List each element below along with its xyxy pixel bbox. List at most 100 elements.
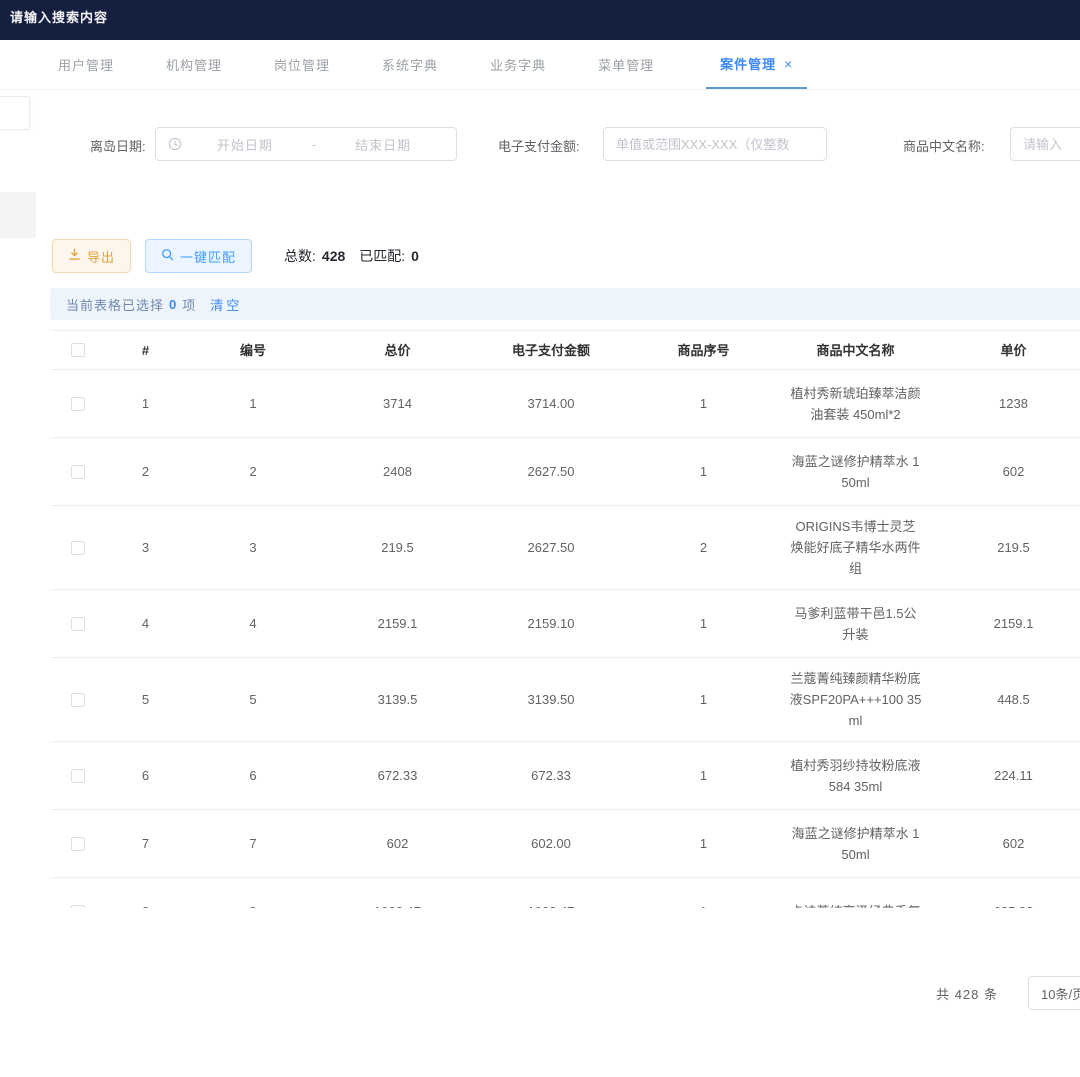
cell-product-name: 植村秀羽纱持妆粉底液584 35ml: [790, 755, 922, 797]
tab-business-dict[interactable]: 业务字典: [490, 40, 546, 89]
cell-total: 602: [320, 823, 475, 864]
cell-epay: 1903.47: [475, 891, 627, 908]
tab-bar: 用户管理 机构管理 岗位管理 系统字典 业务字典 菜单管理 案件管理 ×: [0, 40, 1080, 90]
row-checkbox[interactable]: [71, 397, 85, 411]
cell-product-name: 海蓝之谜修护精萃水 150ml: [790, 823, 922, 865]
cell-code: 6: [186, 755, 320, 796]
row-checkbox[interactable]: [71, 837, 85, 851]
cell-epay: 602.00: [475, 823, 627, 864]
row-checkbox[interactable]: [71, 905, 85, 909]
cell-epay: 672.33: [475, 755, 627, 796]
date-filter-label: 离岛日期:: [90, 136, 146, 155]
tab-org-management[interactable]: 机构管理: [166, 40, 222, 89]
toolbar: 导出 一键匹配 总数: 428 已匹配: 0: [52, 238, 1080, 274]
left-panel-fragment: [0, 192, 36, 238]
filter-bar: 离岛日期: 开始日期 - 结束日期 电子支付金额: 商品中文名称:: [0, 90, 1080, 162]
matched-label: 已匹配:: [359, 246, 405, 266]
cell-index: 1: [105, 383, 186, 424]
cell-product-name: 卡诗菁纯亮泽经典香氛: [790, 901, 922, 908]
table-row: 2 2 2408 2627.50 1 海蓝之谜修护精萃水 150ml 602: [50, 438, 1080, 506]
col-header-epay: 电子支付金额: [475, 336, 627, 365]
search-input[interactable]: 请输入搜索内容: [10, 10, 108, 25]
cell-epay: 3714.00: [475, 383, 627, 424]
col-header-name: 商品中文名称: [780, 336, 931, 365]
tab-post-management[interactable]: 岗位管理: [274, 40, 330, 89]
epay-amount-input[interactable]: [616, 128, 814, 160]
product-name-input[interactable]: [1023, 128, 1080, 160]
total-label: 总数:: [284, 246, 316, 266]
cell-product-name: 植村秀新琥珀臻萃洁颜油套装 450ml*2: [790, 383, 922, 425]
cell-index: 5: [105, 679, 186, 720]
table-row: 8 8 1903.47 1903.47 1 卡诗菁纯亮泽经典香氛 635.82: [50, 878, 1080, 908]
row-checkbox[interactable]: [71, 617, 85, 631]
selection-text: 当前表格已选择: [66, 295, 164, 314]
row-checkbox[interactable]: [71, 693, 85, 707]
tab-user-management[interactable]: 用户管理: [58, 40, 114, 89]
tab-case-management[interactable]: 案件管理 ×: [706, 40, 807, 89]
product-name-filter-label: 商品中文名称:: [903, 136, 985, 155]
tab-system-dict[interactable]: 系统字典: [382, 40, 438, 89]
pagination-bar: 共 428 条 10条/页: [0, 976, 1080, 1010]
cell-seq: 1: [627, 383, 780, 424]
cell-epay: 3139.50: [475, 679, 627, 720]
search-icon: [161, 248, 174, 264]
cell-total: 3139.5: [320, 679, 475, 720]
one-click-match-button[interactable]: 一键匹配: [145, 239, 252, 273]
cell-index: 2: [105, 451, 186, 492]
cell-epay: 2159.10: [475, 603, 627, 644]
row-checkbox[interactable]: [71, 541, 85, 555]
table-row: 6 6 672.33 672.33 1 植村秀羽纱持妆粉底液584 35ml 2…: [50, 742, 1080, 810]
cell-code: 8: [186, 891, 320, 908]
cell-code: 1: [186, 383, 320, 424]
cell-seq: 1: [627, 755, 780, 796]
close-icon[interactable]: ×: [784, 56, 793, 72]
cell-unit-price: 2159.1: [931, 603, 1080, 644]
cell-code: 3: [186, 527, 320, 568]
table-row: 7 7 602 602.00 1 海蓝之谜修护精萃水 150ml 602: [50, 810, 1080, 878]
table-row: 5 5 3139.5 3139.50 1 兰蔻菁纯臻颜精华粉底液SPF20PA+…: [50, 658, 1080, 742]
col-header-seq: 商品序号: [627, 336, 780, 365]
amount-filter-label: 电子支付金额:: [498, 136, 580, 155]
select-all-checkbox[interactable]: [71, 343, 85, 357]
clear-selection-link[interactable]: 清空: [210, 295, 242, 314]
cell-epay: 2627.50: [475, 527, 627, 568]
cell-unit-price: 224.11: [931, 755, 1080, 796]
cell-unit-price: 448.5: [931, 679, 1080, 720]
cell-index: 6: [105, 755, 186, 796]
date-range-separator: -: [306, 137, 322, 152]
cell-seq: 1: [627, 891, 780, 908]
col-header-unit: 单价: [931, 336, 1080, 365]
start-date-input[interactable]: 开始日期: [184, 135, 306, 154]
row-checkbox[interactable]: [71, 465, 85, 479]
cell-total: 2408: [320, 451, 475, 492]
clock-icon: [168, 137, 182, 151]
cell-epay: 2627.50: [475, 451, 627, 492]
total-value: 428: [322, 248, 345, 264]
cell-total: 2159.1: [320, 603, 475, 644]
col-header-index: #: [105, 336, 186, 365]
cell-code: 2: [186, 451, 320, 492]
cell-index: 8: [105, 891, 186, 908]
cell-seq: 1: [627, 603, 780, 644]
end-date-input[interactable]: 结束日期: [322, 135, 444, 154]
cell-unit-price: 1238: [931, 383, 1080, 424]
cell-code: 7: [186, 823, 320, 864]
cell-seq: 1: [627, 451, 780, 492]
row-checkbox[interactable]: [71, 769, 85, 783]
cell-seq: 1: [627, 823, 780, 864]
table-header-row: # 编号 总价 电子支付金额 商品序号 商品中文名称 单价: [50, 330, 1080, 370]
cell-index: 3: [105, 527, 186, 568]
table-row: 4 4 2159.1 2159.10 1 马爹利蓝带干邑1.5公升装 2159.…: [50, 590, 1080, 658]
page-size-select[interactable]: 10条/页: [1028, 976, 1080, 1010]
tab-menu-management[interactable]: 菜单管理: [598, 40, 654, 89]
cell-total: 219.5: [320, 527, 475, 568]
date-range-picker[interactable]: 开始日期 - 结束日期: [155, 127, 457, 161]
cell-total: 672.33: [320, 755, 475, 796]
table-row: 1 1 3714 3714.00 1 植村秀新琥珀臻萃洁颜油套装 450ml*2…: [50, 370, 1080, 438]
count-summary: 总数: 428 已匹配: 0: [284, 246, 419, 266]
top-search-bar[interactable]: 请输入搜索内容: [0, 0, 1080, 40]
cell-seq: 1: [627, 679, 780, 720]
product-name-input-wrap: [1010, 127, 1080, 161]
cell-code: 5: [186, 679, 320, 720]
export-button[interactable]: 导出: [52, 239, 131, 273]
